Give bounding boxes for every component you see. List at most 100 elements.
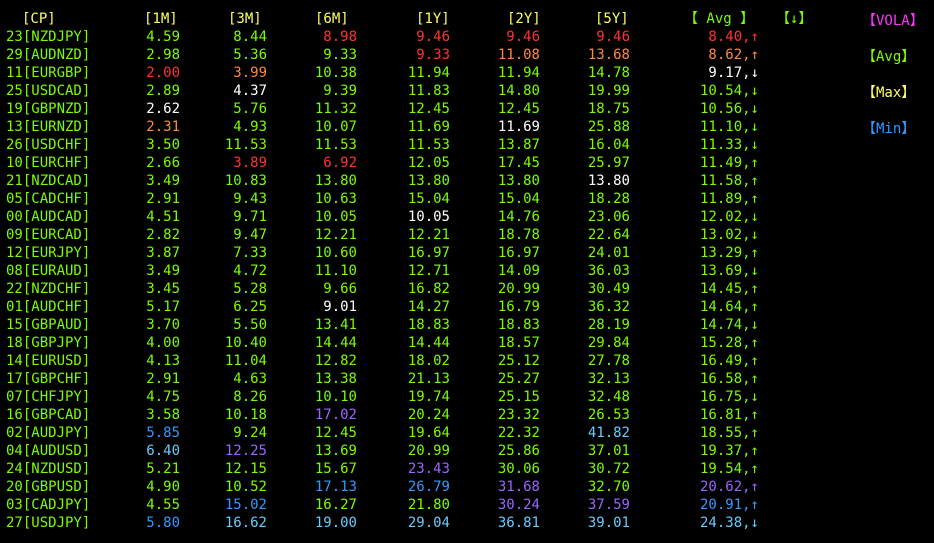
volatility-value: 18.83 xyxy=(497,317,540,333)
average-value: 11.58,↑ xyxy=(699,173,759,189)
volatility-value: 14.27 xyxy=(407,299,450,315)
table-row[interactable]: 09[EURCAD] 2.82 9.47 12.21 12.21 18.78 22.64 13… xyxy=(0,226,934,244)
currency-pair-label: 25[USDCAD] xyxy=(6,83,91,99)
currency-pair-label: 20[GBPUSD] xyxy=(6,479,91,495)
table-row[interactable]: 27[USDJPY] 5.80 16.62 19.00 29.04 36.81 39.01 2… xyxy=(0,514,934,532)
header-1m: [1M] xyxy=(144,11,178,27)
volatility-value: 5.21 xyxy=(146,461,180,477)
table-row[interactable]: 15[GBPAUD] 3.70 5.50 13.41 18.83 18.83 28.19 14… xyxy=(0,316,934,334)
currency-pair-label: 21[NZDCAD] xyxy=(6,173,91,189)
volatility-value: 16.97 xyxy=(407,245,450,261)
volatility-value: 32.13 xyxy=(587,371,630,387)
volatility-value: 18.57 xyxy=(497,335,540,351)
volatility-value: 5.80 xyxy=(146,515,180,531)
volatility-value: 36.81 xyxy=(497,515,540,531)
volatility-value: 20.24 xyxy=(407,407,450,423)
volatility-value: 10.18 xyxy=(224,407,267,423)
legend-max: 【Max】 xyxy=(862,85,916,101)
table-row[interactable]: 26[USDCHF] 3.50 11.53 11.53 11.53 13.87 16.04 1… xyxy=(0,136,934,154)
currency-pair-label: 11[EURGBP] xyxy=(6,65,91,81)
volatility-value: 16.04 xyxy=(587,137,630,153)
table-row[interactable]: 02[AUDJPY] 5.85 9.24 12.45 19.64 22.32 41.82 18… xyxy=(0,424,934,442)
table-row[interactable]: 29[AUDNZD] 2.98 5.36 9.33 9.33 11.08 13.68 8.62… xyxy=(0,46,934,64)
volatility-value: 4.75 xyxy=(146,389,180,405)
table-row[interactable]: 03[CADJPY] 4.55 15.02 16.27 21.80 30.24 37.59 2… xyxy=(0,496,934,514)
average-value: 16.49,↑ xyxy=(699,353,759,369)
volatility-value: 9.46 xyxy=(506,29,540,45)
volatility-value: 14.80 xyxy=(497,83,540,99)
currency-pair-label: 09[EURCAD] xyxy=(6,227,91,243)
volatility-value: 13.69 xyxy=(314,443,357,459)
table-row[interactable]: 07[CHFJPY] 4.75 8.26 10.10 19.74 25.15 32.48 16… xyxy=(0,388,934,406)
volatility-value: 13.68 xyxy=(587,47,630,63)
table-row[interactable]: 04[AUDUSD] 6.40 12.25 13.69 20.99 25.86 37.01 1… xyxy=(0,442,934,460)
header-sort-indicator[interactable]: 【↓】 xyxy=(776,10,812,28)
volatility-value: 18.75 xyxy=(587,101,630,117)
volatility-value: 9.66 xyxy=(323,281,357,297)
volatility-value: 4.13 xyxy=(146,353,180,369)
volatility-value: 17.45 xyxy=(497,155,540,171)
volatility-value: 10.63 xyxy=(314,191,357,207)
table-row[interactable]: 13[EURNZD] 2.31 4.93 10.07 11.69 11.69 25.88 11… xyxy=(0,118,934,136)
volatility-value: 18.02 xyxy=(407,353,450,369)
table-row[interactable]: 17[GBPCHF] 2.91 4.63 13.38 21.13 25.27 32.13 16… xyxy=(0,370,934,388)
legend-min: 【Min】 xyxy=(862,121,916,137)
table-row[interactable]: 01[AUDCHF] 5.17 6.25 9.01 14.27 16.79 36.32 14.… xyxy=(0,298,934,316)
average-value: 20.91,↑ xyxy=(699,497,759,513)
volatility-value: 39.01 xyxy=(587,515,630,531)
volatility-value: 12.21 xyxy=(314,227,357,243)
volatility-value: 37.01 xyxy=(587,443,630,459)
table-row[interactable]: 24[NZDUSD] 5.21 12.15 15.67 23.43 30.06 30.72 1… xyxy=(0,460,934,478)
table-row[interactable]: 21[NZDCAD] 3.49 10.83 13.80 13.80 13.80 13.80 1… xyxy=(0,172,934,190)
table-row[interactable]: 05[CADCHF] 2.91 9.43 10.63 15.04 15.04 18.28 11… xyxy=(0,190,934,208)
volatility-value: 9.43 xyxy=(233,191,267,207)
volatility-value: 4.37 xyxy=(233,83,267,99)
volatility-value: 12.45 xyxy=(497,101,540,117)
volatility-value: 3.87 xyxy=(146,245,180,261)
volatility-value: 31.68 xyxy=(497,479,540,495)
average-value: 11.89,↑ xyxy=(699,191,759,207)
table-row[interactable]: 12[EURJPY] 3.87 7.33 10.60 16.97 16.97 24.01 13… xyxy=(0,244,934,262)
table-row[interactable]: 08[EURAUD] 3.49 4.72 11.10 12.71 14.09 36.03 13… xyxy=(0,262,934,280)
table-row[interactable]: 23[NZDJPY] 4.59 8.44 8.98 9.46 9.46 9.46 8.40,↑ xyxy=(0,28,934,46)
currency-pair-label: 27[USDJPY] xyxy=(6,515,91,531)
volatility-value: 9.71 xyxy=(233,209,267,225)
volatility-value: 10.05 xyxy=(407,209,450,225)
table-row[interactable]: 20[GBPUSD] 4.90 10.52 17.13 26.79 31.68 32.70 2… xyxy=(0,478,934,496)
table-row[interactable]: 19[GBPNZD] 2.62 5.76 11.32 12.45 12.45 18.75 10… xyxy=(0,100,934,118)
table-row[interactable]: 11[EURGBP] 2.00 3.99 10.38 11.94 11.94 14.78 9.… xyxy=(0,64,934,82)
table-row[interactable]: 14[EURUSD] 4.13 11.04 12.82 18.02 25.12 27.78 1… xyxy=(0,352,934,370)
currency-pair-label: 19[GBPNZD] xyxy=(6,101,91,117)
table-row[interactable]: 22[NZDCHF] 3.45 5.28 9.66 16.82 20.99 30.49 14.… xyxy=(0,280,934,298)
volatility-value: 5.17 xyxy=(146,299,180,315)
volatility-value: 18.83 xyxy=(407,317,450,333)
volatility-value: 30.24 xyxy=(497,497,540,513)
volatility-value: 30.49 xyxy=(587,281,630,297)
header-1y: [1Y] xyxy=(416,11,450,27)
table-row[interactable]: 16[GBPCAD] 3.58 10.18 17.02 20.24 23.32 26.53 1… xyxy=(0,406,934,424)
volatility-value: 10.10 xyxy=(314,389,357,405)
volatility-value: 13.80 xyxy=(314,173,357,189)
average-value: 20.62,↑ xyxy=(699,479,759,495)
table-row[interactable]: 10[EURCHF] 2.66 3.89 6.92 12.05 17.45 25.97 11.… xyxy=(0,154,934,172)
table-row[interactable]: 18[GBPJPY] 4.00 10.40 14.44 14.44 18.57 29.84 1… xyxy=(0,334,934,352)
volatility-value: 22.64 xyxy=(587,227,630,243)
volatility-value: 2.91 xyxy=(146,191,180,207)
volatility-value: 25.86 xyxy=(497,443,540,459)
volatility-value: 13.80 xyxy=(587,173,630,189)
volatility-value: 14.44 xyxy=(314,335,357,351)
header-2y: [2Y] xyxy=(507,11,541,27)
volatility-value: 14.44 xyxy=(407,335,450,351)
volatility-value: 16.97 xyxy=(497,245,540,261)
average-value: 19.37,↑ xyxy=(699,443,759,459)
table-row[interactable]: 00[AUDCAD] 4.51 9.71 10.05 10.05 14.76 23.06 12… xyxy=(0,208,934,226)
volatility-value: 8.98 xyxy=(323,29,357,45)
table-row[interactable]: 25[USDCAD] 2.89 4.37 9.39 11.83 14.80 19.99 10.… xyxy=(0,82,934,100)
volatility-value: 9.01 xyxy=(323,299,357,315)
volatility-value: 19.74 xyxy=(407,389,450,405)
average-value: 11.10,↓ xyxy=(699,119,759,135)
average-value: 12.02,↓ xyxy=(699,209,759,225)
volatility-value: 11.69 xyxy=(407,119,450,135)
volatility-value: 9.33 xyxy=(323,47,357,63)
header-cp: [CP] xyxy=(22,11,56,27)
